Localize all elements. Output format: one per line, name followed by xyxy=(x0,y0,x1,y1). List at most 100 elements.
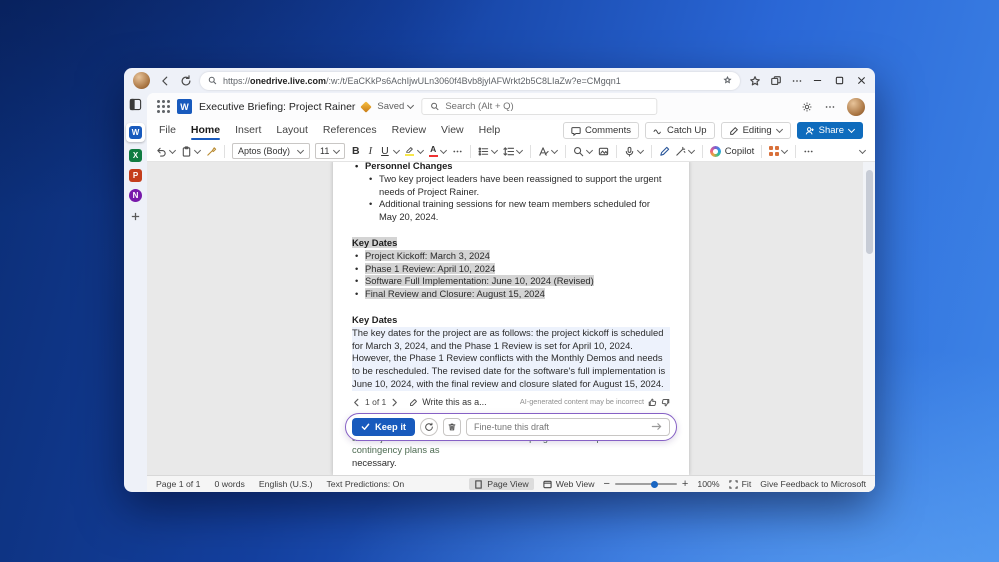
dictate-button[interactable] xyxy=(624,146,644,157)
zoom-slider-thumb[interactable] xyxy=(650,480,658,488)
account-avatar[interactable] xyxy=(847,97,865,116)
bullet-list-icon xyxy=(478,146,488,156)
tab-help[interactable]: Help xyxy=(479,121,501,140)
styles-button[interactable] xyxy=(538,146,558,157)
page-view-icon xyxy=(475,479,483,489)
fine-tune-input[interactable] xyxy=(474,421,646,432)
previous-draft-icon[interactable] xyxy=(352,398,361,407)
add-ins-button[interactable] xyxy=(769,146,788,156)
word-logo-icon: W xyxy=(177,99,192,114)
italic-button[interactable]: I xyxy=(367,146,375,157)
address-bar[interactable]: https://onedrive.live.com/:w:/t/EaCKkPs6… xyxy=(200,71,740,90)
bullets-button[interactable] xyxy=(478,146,498,157)
tab-layout[interactable]: Layout xyxy=(276,121,308,140)
more-ribbon-icon[interactable] xyxy=(803,146,814,157)
favorites-icon[interactable] xyxy=(748,74,761,87)
line-spacing-button[interactable] xyxy=(503,146,523,157)
zoom-level[interactable]: 100% xyxy=(697,479,719,489)
excel-icon[interactable]: X xyxy=(129,149,142,162)
header-more-icon[interactable] xyxy=(824,101,836,113)
catch-up-icon xyxy=(653,128,661,134)
chevron-down-icon xyxy=(688,148,695,155)
browser-menu-icon[interactable] xyxy=(790,74,803,87)
next-draft-icon[interactable] xyxy=(390,398,399,407)
sidebar-item-word[interactable]: W xyxy=(126,123,145,142)
clipboard-icon xyxy=(182,145,191,157)
find-button[interactable] xyxy=(573,146,593,157)
share-button[interactable]: Share xyxy=(796,122,863,139)
paste-button[interactable] xyxy=(181,145,201,157)
tab-file[interactable]: File xyxy=(159,121,176,140)
thumbs-up-icon[interactable] xyxy=(648,398,657,407)
font-color-button[interactable]: A xyxy=(428,145,447,157)
zoom-in-icon[interactable]: + xyxy=(682,478,688,490)
document-title[interactable]: Executive Briefing: Project Rainer xyxy=(199,101,355,113)
comment-icon xyxy=(571,126,581,136)
app-launcher-icon[interactable] xyxy=(157,100,170,113)
web-view-button[interactable]: Web View xyxy=(543,479,594,489)
powerpoint-icon[interactable]: P xyxy=(129,169,142,182)
editor-button[interactable] xyxy=(659,146,670,157)
collections-icon[interactable] xyxy=(769,74,782,87)
bold-button[interactable]: B xyxy=(350,145,362,157)
add-sidebar-app-icon[interactable] xyxy=(130,209,141,227)
scrollbar-thumb[interactable] xyxy=(866,170,873,254)
regenerate-button[interactable] xyxy=(420,417,438,436)
url-text: https://onedrive.live.com/:w:/t/EaCKkPs6… xyxy=(223,75,621,86)
editing-mode-button[interactable]: Editing xyxy=(720,122,791,139)
scrollbar[interactable] xyxy=(863,162,875,475)
undo-button[interactable] xyxy=(156,146,176,157)
tab-insert[interactable]: Insert xyxy=(235,121,261,140)
zoom-slider[interactable] xyxy=(614,480,677,488)
editor-pen-icon xyxy=(659,146,669,156)
format-painter-button[interactable] xyxy=(206,146,217,157)
tab-review[interactable]: Review xyxy=(392,121,426,140)
catch-up-button[interactable]: Catch Up xyxy=(644,122,715,139)
close-icon[interactable] xyxy=(857,76,866,85)
tab-home[interactable]: Home xyxy=(190,121,221,140)
discard-button[interactable] xyxy=(443,417,461,436)
copilot-button[interactable]: Copilot xyxy=(709,145,754,157)
maximize-icon[interactable] xyxy=(835,76,844,85)
settings-gear-icon[interactable] xyxy=(801,101,813,113)
page-count[interactable]: Page 1 of 1 xyxy=(156,479,200,489)
browser-profile-avatar[interactable] xyxy=(133,72,150,89)
sidebar-panel-icon[interactable] xyxy=(129,98,142,116)
font-size-select[interactable]: 11 xyxy=(315,143,345,159)
save-status[interactable]: Saved xyxy=(377,101,414,112)
font-name-select[interactable]: Aptos (Body) xyxy=(232,143,310,159)
site-permissions-icon[interactable] xyxy=(723,76,732,85)
search-box[interactable]: Search (Alt + Q) xyxy=(421,98,658,115)
language-selector[interactable]: English (U.S.) xyxy=(259,479,313,489)
word-count[interactable]: 0 words xyxy=(214,479,244,489)
comments-button[interactable]: Comments xyxy=(563,122,639,139)
document-page[interactable]: Personnel Changes Two key project leader… xyxy=(333,162,689,475)
highlight-button[interactable] xyxy=(405,146,424,157)
feedback-link[interactable]: Give Feedback to Microsoft xyxy=(760,479,866,489)
designer-button[interactable] xyxy=(598,146,609,157)
refresh-icon[interactable] xyxy=(179,74,192,87)
text-predictions-toggle[interactable]: Text Predictions: On xyxy=(326,479,404,489)
more-font-options-icon[interactable] xyxy=(452,146,463,157)
autoformat-button[interactable] xyxy=(675,146,695,157)
rewrite-prompt[interactable]: Write this as a... xyxy=(422,396,486,409)
collapse-ribbon-icon[interactable] xyxy=(859,148,866,155)
tab-references[interactable]: References xyxy=(323,121,377,140)
page-view-button[interactable]: Page View xyxy=(469,478,534,490)
onenote-icon[interactable]: N xyxy=(129,189,142,202)
doc-heading-selected: Key Dates xyxy=(352,236,398,248)
ribbon-tabs: File Home Insert Layout References Revie… xyxy=(147,120,875,141)
chevron-down-icon xyxy=(194,148,201,155)
send-arrow-icon[interactable] xyxy=(651,421,662,432)
search-icon xyxy=(573,146,583,156)
keep-it-button[interactable]: Keep it xyxy=(352,417,415,436)
ribbon-toolbar: Aptos (Body) 11 B I U A Copilot xyxy=(147,141,875,162)
chevron-down-icon xyxy=(776,127,783,134)
back-icon[interactable] xyxy=(158,74,171,87)
thumbs-down-icon[interactable] xyxy=(661,398,670,407)
fit-button[interactable]: Fit xyxy=(728,479,751,489)
minimize-icon[interactable] xyxy=(813,76,822,85)
tab-view[interactable]: View xyxy=(441,121,464,140)
underline-button[interactable]: U xyxy=(379,145,400,157)
zoom-out-icon[interactable]: − xyxy=(603,478,609,490)
